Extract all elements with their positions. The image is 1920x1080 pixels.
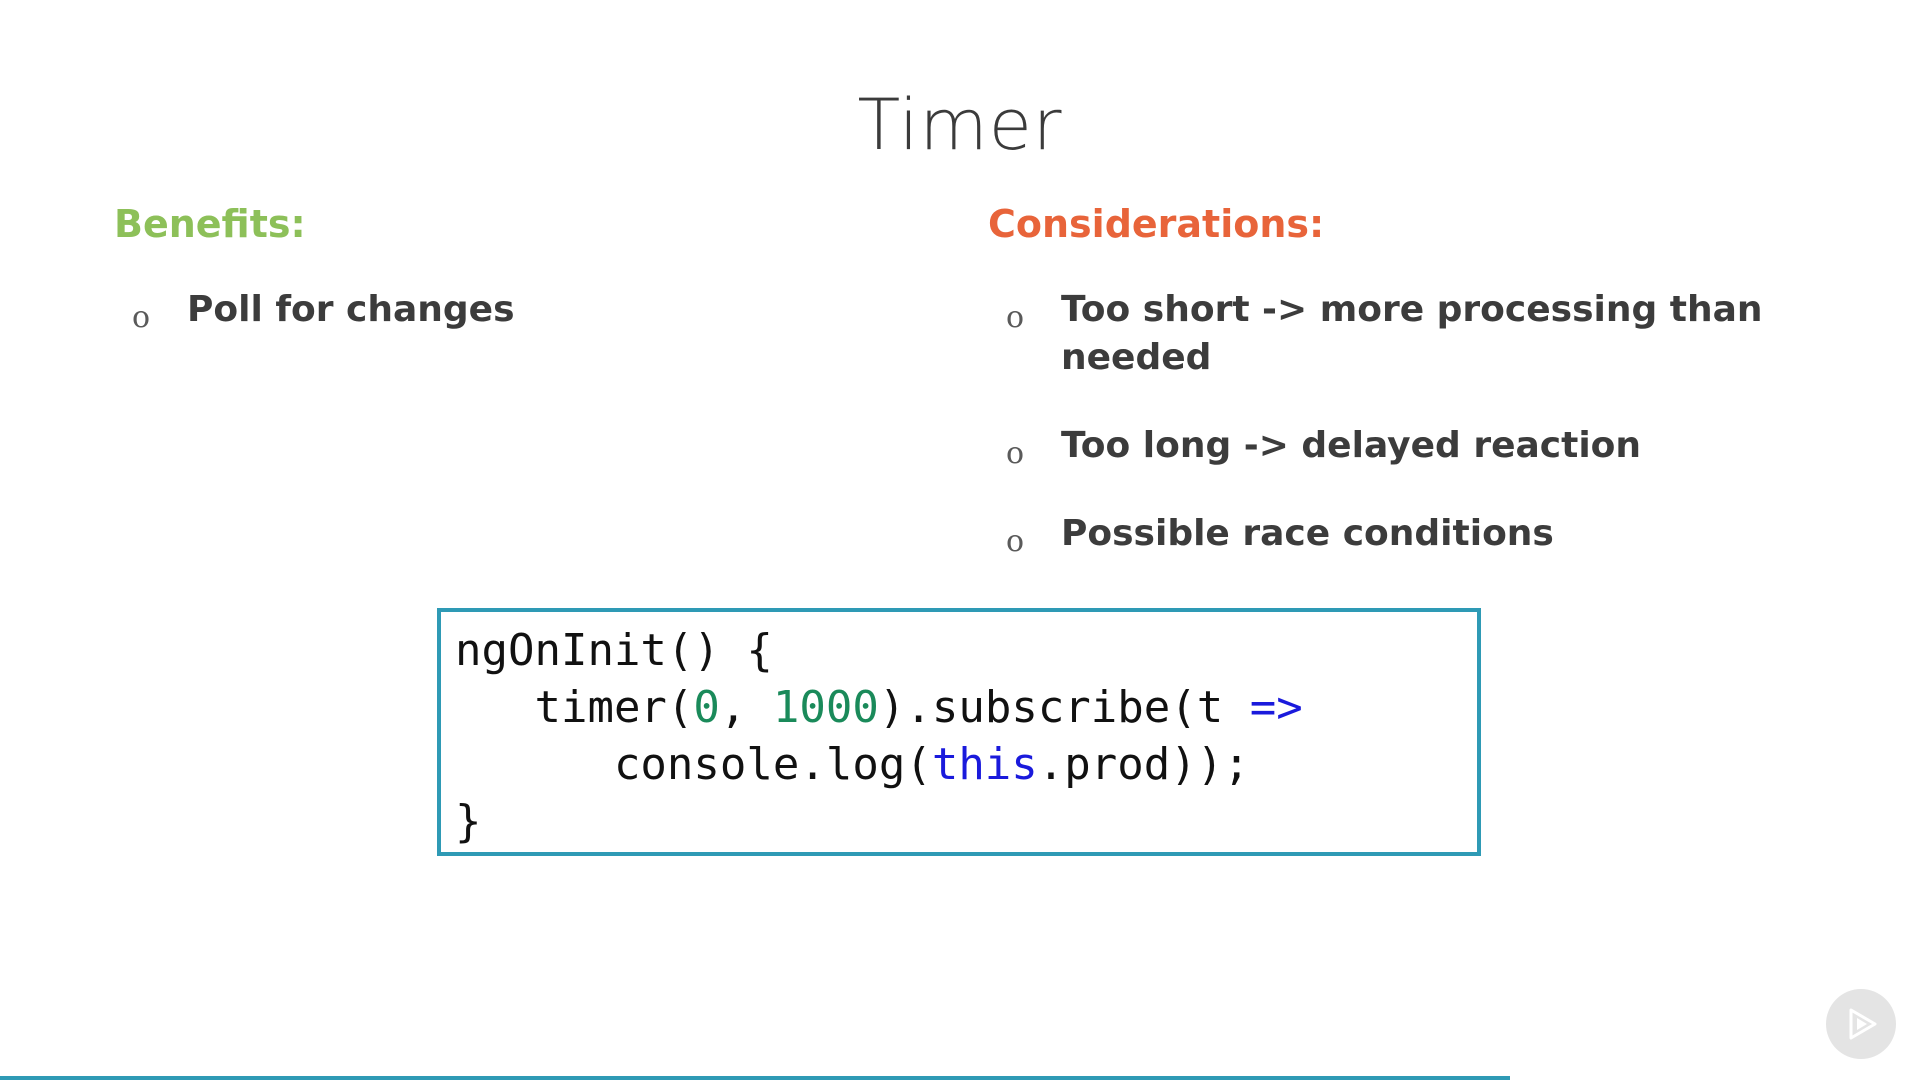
progress-bar[interactable] (0, 1076, 1510, 1080)
play-button[interactable] (1826, 989, 1896, 1059)
code-text: ).subscribe(t (878, 682, 1250, 733)
slide-title: Timer (857, 84, 1063, 166)
benefits-heading: Benefits: (114, 202, 306, 246)
list-item: o Poll for changes (132, 286, 912, 335)
slide: Timer Benefits: o Poll for changes Consi… (0, 0, 1920, 1080)
code-text: .prod)); (1037, 739, 1250, 790)
considerations-list: o Too short -> more processing than need… (1006, 286, 1826, 598)
list-item: o Possible race conditions (1006, 510, 1826, 559)
bullet-text: Too long -> delayed reaction (1061, 425, 1642, 466)
benefits-list: o Poll for changes (132, 286, 912, 374)
list-item: o Too long -> delayed reaction (1006, 422, 1826, 471)
code-text: } (455, 796, 482, 847)
code-text: , (719, 682, 773, 733)
bullet-text: Possible race conditions (1061, 513, 1554, 554)
play-icon (1849, 1008, 1877, 1040)
code-line: ngOnInit() { (455, 622, 1477, 679)
bullet-icon: o (1006, 436, 1025, 471)
code-keyword: this (931, 739, 1038, 790)
bullet-icon: o (132, 300, 151, 335)
considerations-heading: Considerations: (988, 202, 1325, 246)
code-line: console.log(this.prod)); (455, 736, 1477, 793)
bullet-text: Too short -> more processing than needed (1061, 289, 1763, 378)
code-keyword: => (1249, 682, 1303, 733)
code-number: 1000 (772, 682, 879, 733)
bullet-icon: o (1006, 524, 1025, 559)
code-text: timer( (455, 682, 694, 733)
code-snippet-box: ngOnInit() { timer(0, 1000).subscribe(t … (437, 608, 1481, 856)
list-item: o Too short -> more processing than need… (1006, 286, 1826, 382)
code-text: console.log( (455, 739, 932, 790)
code-line: } (455, 793, 1477, 850)
bullet-text: Poll for changes (187, 289, 515, 330)
code-number: 0 (693, 682, 720, 733)
bullet-icon: o (1006, 300, 1025, 335)
code-line: timer(0, 1000).subscribe(t => (455, 679, 1477, 736)
code-text: ngOnInit() { (455, 625, 773, 676)
